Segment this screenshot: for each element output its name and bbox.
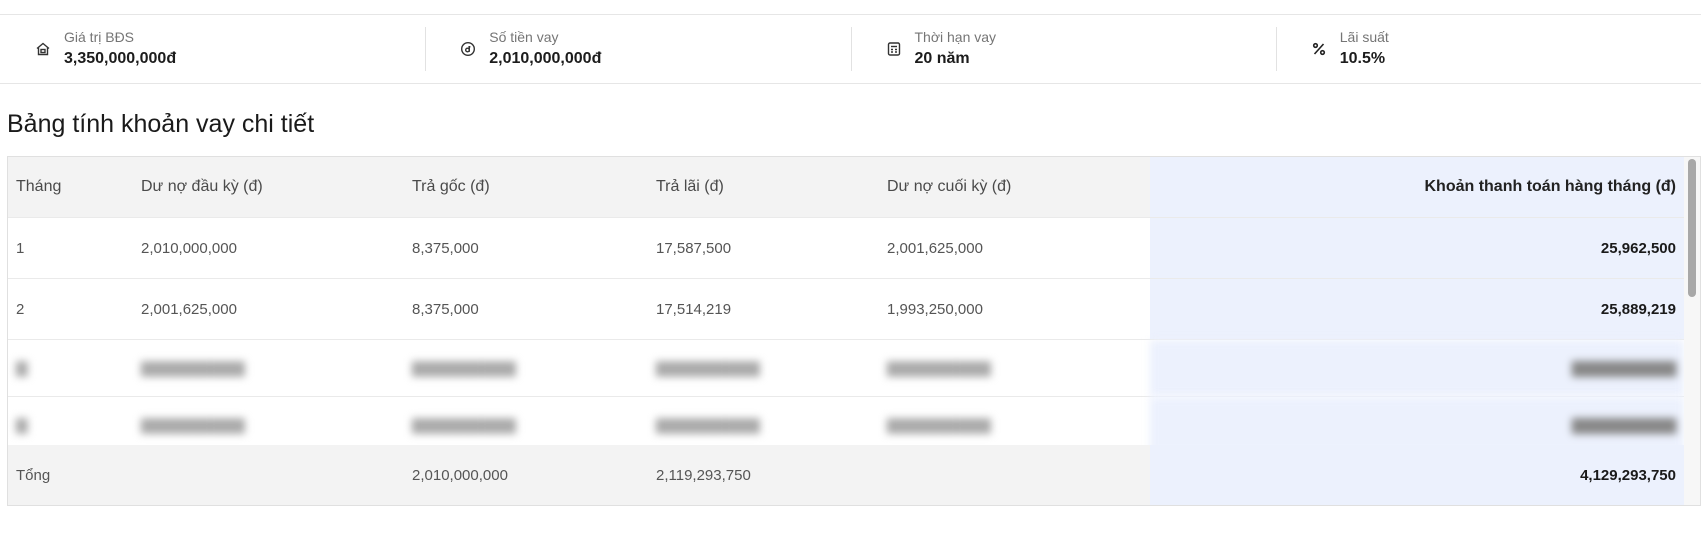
blurred-table-row: ▇ ▇▇▇▇▇▇▇▇▇ ▇▇▇▇▇▇▇▇▇ ▇▇▇▇▇▇▇▇▇ ▇▇▇▇▇▇▇▇… bbox=[8, 339, 1684, 397]
table-scrollbar[interactable] bbox=[1684, 157, 1700, 505]
blurred-cell: ▇ bbox=[8, 339, 133, 397]
dong-coin-icon bbox=[459, 40, 477, 58]
table-total: Tổng 2,010,000,000 2,119,293,750 4,129,2… bbox=[8, 445, 1684, 505]
total-label: Tổng bbox=[8, 445, 133, 505]
column-header-monthly-payment: Khoản thanh toán hàng tháng (đ) bbox=[1150, 157, 1684, 218]
table-row: 1 2,010,000,000 8,375,000 17,587,500 2,0… bbox=[8, 217, 1684, 279]
summary-loan-amount: Số tiền vay 2,010,000,000đ bbox=[425, 15, 850, 83]
total-row: Tổng 2,010,000,000 2,119,293,750 4,129,2… bbox=[8, 445, 1684, 505]
cell-month: 2 bbox=[8, 278, 133, 340]
cell-month: 1 bbox=[8, 217, 133, 279]
blurred-cell: ▇▇▇▇▇▇▇▇▇ bbox=[404, 339, 648, 397]
cell-closing-balance: 2,001,625,000 bbox=[879, 217, 1150, 279]
cell-principal: 8,375,000 bbox=[404, 278, 648, 340]
cell-monthly-payment: 25,962,500 bbox=[1150, 217, 1684, 279]
cell-interest: 17,514,219 bbox=[648, 278, 879, 340]
summary-label: Thời hạn vay bbox=[914, 29, 997, 45]
total-principal: 2,010,000,000 bbox=[404, 445, 648, 505]
cell-interest: 17,587,500 bbox=[648, 217, 879, 279]
total-empty-cell bbox=[133, 445, 404, 505]
total-interest: 2,119,293,750 bbox=[648, 445, 879, 505]
column-header-opening-balance: Dư nợ đầu kỳ (đ) bbox=[133, 157, 404, 218]
blurred-cell: ▇▇▇▇▇▇▇▇▇ bbox=[133, 339, 404, 397]
summary-value: 3,350,000,000đ bbox=[64, 50, 177, 67]
summary-value: 2,010,000,000đ bbox=[489, 50, 602, 67]
cell-monthly-payment: 25,889,219 bbox=[1150, 278, 1684, 340]
loan-summary-bar: Giá trị BĐS 3,350,000,000đ Số tiền vay 2… bbox=[0, 15, 1701, 84]
scrollbar-thumb[interactable] bbox=[1688, 159, 1696, 297]
amortization-table: Tháng Dư nợ đầu kỳ (đ) Trả gốc (đ) Trả l… bbox=[8, 157, 1684, 454]
table-row: 2 2,001,625,000 8,375,000 17,514,219 1,9… bbox=[8, 278, 1684, 340]
column-header-closing-balance: Dư nợ cuối kỳ (đ) bbox=[879, 157, 1150, 218]
house-icon bbox=[34, 40, 52, 58]
cell-principal: 8,375,000 bbox=[404, 217, 648, 279]
section-title: Bảng tính khoản vay chi tiết bbox=[7, 110, 315, 138]
column-header-interest: Trả lãi (đ) bbox=[648, 157, 879, 218]
total-empty-cell bbox=[879, 445, 1150, 505]
summary-value: 10.5% bbox=[1339, 50, 1386, 67]
cell-closing-balance: 1,993,250,000 bbox=[879, 278, 1150, 340]
summary-property-value: Giá trị BĐS 3,350,000,000đ bbox=[0, 15, 425, 83]
loan-calculator-page: Giá trị BĐS 3,350,000,000đ Số tiền vay 2… bbox=[0, 0, 1701, 533]
total-payment: 4,129,293,750 bbox=[1150, 445, 1684, 505]
table-header-row: Tháng Dư nợ đầu kỳ (đ) Trả gốc (đ) Trả l… bbox=[8, 157, 1684, 218]
column-header-month: Tháng bbox=[8, 157, 133, 218]
cell-opening-balance: 2,001,625,000 bbox=[133, 278, 404, 340]
summary-label: Giá trị BĐS bbox=[64, 29, 135, 45]
column-header-principal: Trả gốc (đ) bbox=[404, 157, 648, 218]
cell-opening-balance: 2,010,000,000 bbox=[133, 217, 404, 279]
calculator-icon bbox=[885, 40, 903, 58]
amortization-table-container: Tháng Dư nợ đầu kỳ (đ) Trả gốc (đ) Trả l… bbox=[7, 156, 1701, 506]
summary-label: Số tiền vay bbox=[489, 29, 559, 45]
blurred-cell: ▇▇▇▇▇▇▇▇▇ bbox=[648, 339, 879, 397]
blurred-cell: ▇▇▇▇▇▇▇▇▇ bbox=[879, 339, 1150, 397]
summary-interest-rate: Lãi suất 10.5% bbox=[1275, 15, 1701, 83]
summary-label: Lãi suất bbox=[1339, 29, 1389, 45]
summary-loan-term: Thời hạn vay 20 năm bbox=[850, 15, 1276, 83]
summary-value: 20 năm bbox=[914, 50, 970, 67]
blurred-cell: ▇▇▇▇▇▇▇▇▇ bbox=[1150, 339, 1684, 397]
percent-icon bbox=[1310, 40, 1328, 58]
